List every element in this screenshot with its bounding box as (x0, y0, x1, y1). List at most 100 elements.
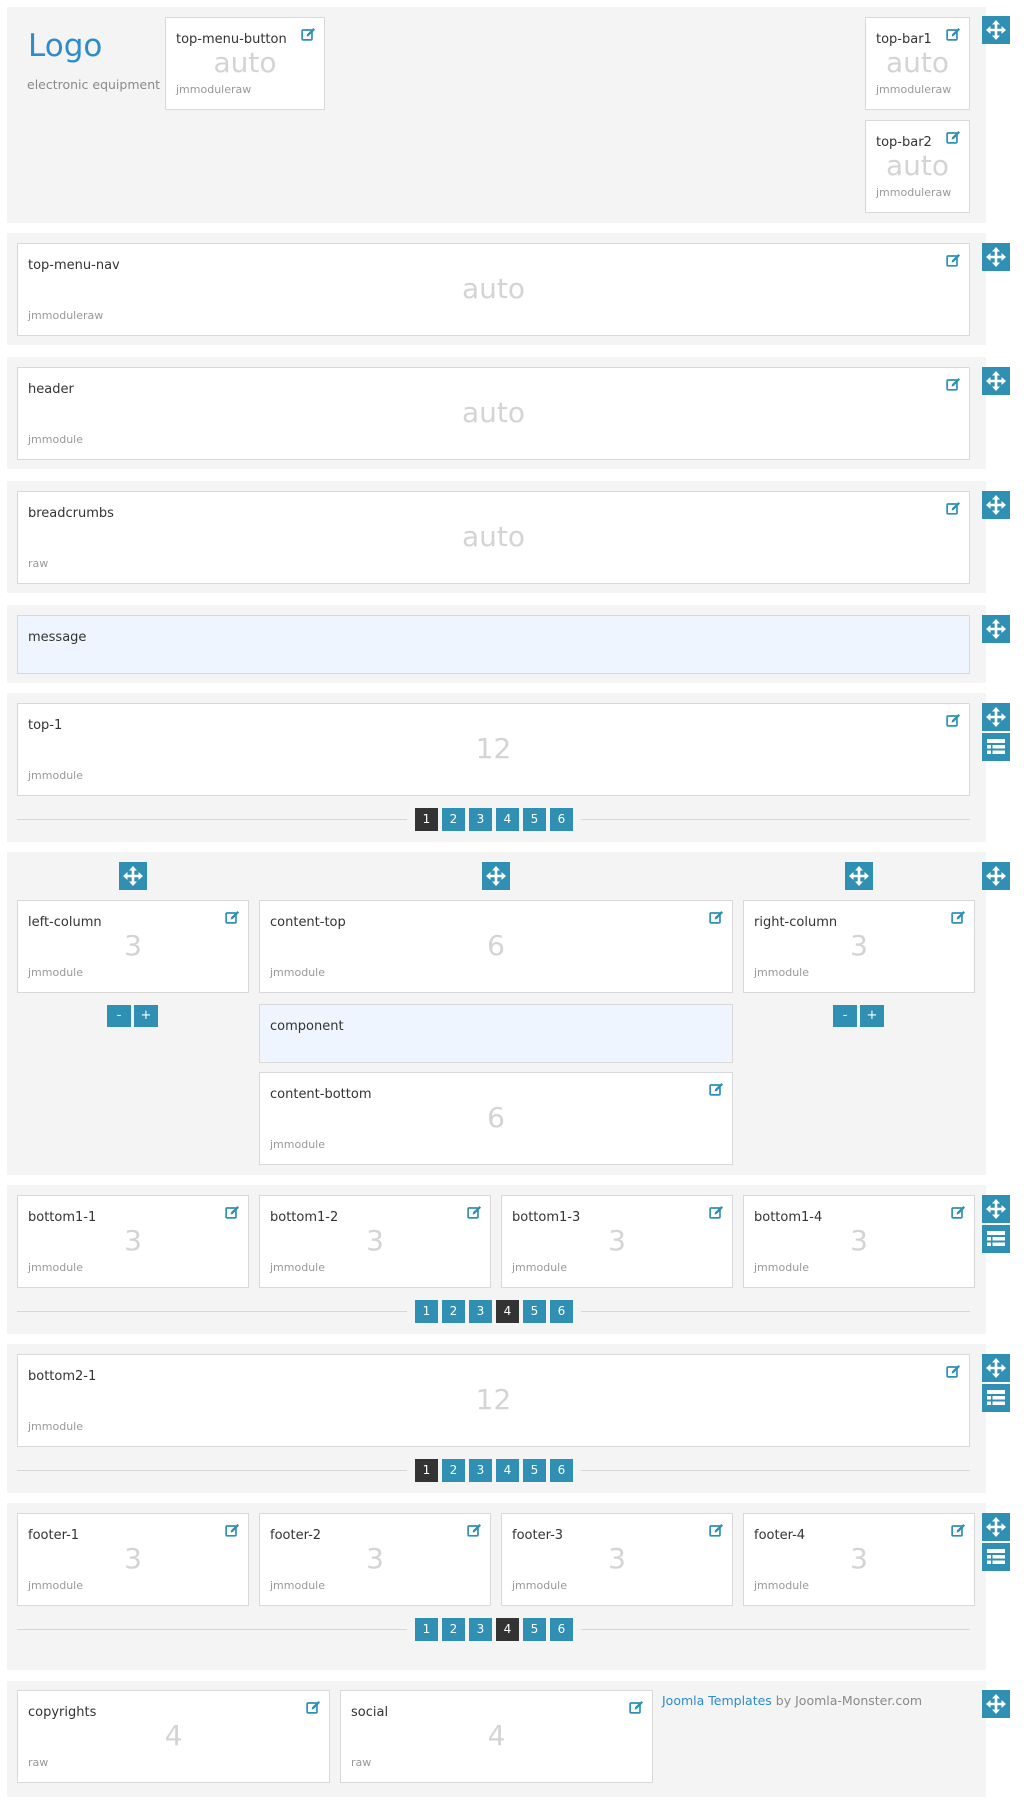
column-count-button[interactable]: 4 (496, 1300, 519, 1323)
move-icon[interactable] (982, 1354, 1010, 1382)
module-title: top-menu-nav (28, 258, 120, 273)
module-chrome: raw (28, 557, 49, 570)
pager-bottom2: 123456 (17, 1459, 970, 1482)
column-count-button[interactable]: 5 (523, 808, 546, 831)
edit-icon[interactable] (951, 1205, 966, 1220)
move-icon[interactable] (982, 615, 1010, 643)
column-count-button[interactable]: 2 (442, 1618, 465, 1641)
module-chrome: jmmoduleraw (28, 309, 104, 322)
column-count-button[interactable]: 5 (523, 1300, 546, 1323)
edit-icon[interactable] (301, 27, 316, 42)
edit-icon[interactable] (225, 910, 240, 925)
column-count-button[interactable]: 2 (442, 1300, 465, 1323)
module-chrome: jmmodule (270, 1138, 325, 1151)
edit-icon[interactable] (951, 910, 966, 925)
edit-icon[interactable] (709, 910, 724, 925)
edit-icon[interactable] (225, 1205, 240, 1220)
column-count-button[interactable]: 6 (550, 1618, 573, 1641)
module-chrome: jmmoduleraw (176, 83, 252, 96)
column-count-button[interactable]: 1 (415, 1300, 438, 1323)
module-bottom1-1: bottom1-1 3 jmmodule (17, 1195, 249, 1288)
section-top (7, 7, 986, 223)
move-icon[interactable] (845, 862, 873, 890)
edit-icon[interactable] (946, 27, 961, 42)
pager-top: 123456 (17, 808, 970, 831)
list-icon[interactable] (982, 1543, 1010, 1571)
list-icon[interactable] (982, 1225, 1010, 1253)
column-count-button[interactable]: 5 (523, 1459, 546, 1482)
module-width: 4 (164, 1719, 183, 1752)
move-icon[interactable] (982, 1690, 1010, 1718)
move-icon[interactable] (982, 1513, 1010, 1541)
column-count-button[interactable]: 3 (469, 1618, 492, 1641)
column-count-button[interactable]: 4 (496, 808, 519, 831)
column-count-button[interactable]: 6 (550, 1300, 573, 1323)
module-social: social 4 raw (340, 1690, 653, 1783)
column-count-button[interactable]: 3 (469, 808, 492, 831)
column-count-button[interactable]: 3 (469, 1459, 492, 1482)
column-count-button[interactable]: 1 (415, 808, 438, 831)
module-right-column: right-column 3 jmmodule (743, 900, 975, 993)
list-icon[interactable] (982, 1384, 1010, 1412)
module-width: auto (213, 46, 277, 79)
column-count-button[interactable]: 4 (496, 1459, 519, 1482)
module-title: top-1 (28, 718, 63, 733)
module-title: top-bar1 (876, 32, 932, 47)
module-title: copyrights (28, 1705, 97, 1720)
increase-width-button[interactable]: + (860, 1005, 884, 1027)
module-chrome: jmmodule (270, 966, 325, 979)
edit-icon[interactable] (946, 253, 961, 268)
list-icon[interactable] (982, 733, 1010, 761)
edit-icon[interactable] (946, 501, 961, 516)
column-count-button[interactable]: 2 (442, 808, 465, 831)
module-width: auto (461, 272, 525, 305)
move-icon[interactable] (982, 862, 1010, 890)
module-top-1: top-1 12 jmmodule (17, 703, 970, 796)
edit-icon[interactable] (709, 1523, 724, 1538)
edit-icon[interactable] (629, 1700, 644, 1715)
module-chrome: jmmodule (28, 1420, 83, 1433)
module-title: footer-3 (512, 1528, 564, 1543)
logo[interactable]: Logo (28, 28, 102, 64)
edit-icon[interactable] (225, 1523, 240, 1538)
edit-icon[interactable] (467, 1523, 482, 1538)
module-width: 3 (850, 1224, 868, 1257)
module-chrome: jmmodule (28, 1261, 83, 1274)
edit-icon[interactable] (951, 1523, 966, 1538)
edit-icon[interactable] (709, 1082, 724, 1097)
move-icon[interactable] (982, 703, 1010, 731)
column-count-button[interactable]: 6 (550, 1459, 573, 1482)
column-count-button[interactable]: 4 (496, 1618, 519, 1641)
edit-icon[interactable] (467, 1205, 482, 1220)
move-icon[interactable] (982, 16, 1010, 44)
credit-link[interactable]: Joomla Templates (662, 1693, 772, 1708)
column-count-button[interactable]: 1 (415, 1459, 438, 1482)
column-count-button[interactable]: 5 (523, 1618, 546, 1641)
edit-icon[interactable] (709, 1205, 724, 1220)
edit-icon[interactable] (946, 377, 961, 392)
move-icon[interactable] (982, 367, 1010, 395)
edit-icon[interactable] (306, 1700, 321, 1715)
module-top-bar1: top-bar1 auto jmmoduleraw (865, 17, 970, 110)
move-icon[interactable] (482, 862, 510, 890)
module-footer-4: footer-4 3 jmmodule (743, 1513, 975, 1606)
credit-by: by Joomla-Monster.com (771, 1693, 923, 1708)
edit-icon[interactable] (946, 1364, 961, 1379)
pager-line (581, 819, 970, 820)
move-icon[interactable] (982, 491, 1010, 519)
column-count-button[interactable]: 3 (469, 1300, 492, 1323)
column-count-button[interactable]: 2 (442, 1459, 465, 1482)
move-icon[interactable] (119, 862, 147, 890)
column-count-button[interactable]: 6 (550, 808, 573, 831)
module-copyrights: copyrights 4 raw (17, 1690, 330, 1783)
column-count-button[interactable]: 1 (415, 1618, 438, 1641)
move-icon[interactable] (982, 1195, 1010, 1223)
move-icon[interactable] (982, 243, 1010, 271)
increase-width-button[interactable]: + (134, 1005, 158, 1027)
decrease-width-button[interactable]: - (833, 1005, 857, 1027)
edit-icon[interactable] (946, 713, 961, 728)
decrease-width-button[interactable]: - (107, 1005, 131, 1027)
edit-icon[interactable] (946, 130, 961, 145)
module-bottom1-3: bottom1-3 3 jmmodule (501, 1195, 733, 1288)
module-chrome: jmmodule (270, 1261, 325, 1274)
